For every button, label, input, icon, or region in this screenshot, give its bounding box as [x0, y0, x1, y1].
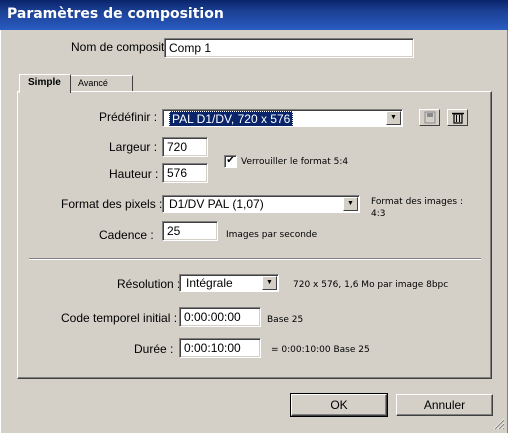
chevron-down-icon[interactable]: ▼	[343, 197, 358, 211]
start-timecode-input[interactable]: 0:00:00:00	[179, 307, 261, 327]
preset-value: PAL D1/DV, 720 x 576	[169, 111, 294, 126]
frame-aspect-value: 4:3	[371, 209, 386, 219]
preset-label: Prédéfinir :	[99, 110, 158, 124]
dialog-body: Nom de composition : Comp 1 Simple Avanc…	[0, 30, 508, 433]
resize-grip-icon[interactable]	[493, 418, 505, 430]
lock-ratio-checkbox[interactable]: ✔	[224, 155, 237, 168]
window-title: Paramètres de composition	[0, 0, 508, 30]
height-label: Hauteur :	[109, 167, 159, 181]
comp-name-input[interactable]: Comp 1	[164, 38, 414, 58]
chevron-down-icon[interactable]: ▼	[386, 111, 401, 125]
width-input[interactable]: 720	[162, 137, 208, 157]
pixel-format-dropdown[interactable]: D1/DV PAL (1,07) ▼	[162, 195, 360, 213]
resolution-dropdown[interactable]: Intégrale ▼	[179, 274, 279, 292]
tab-advanced[interactable]: Avancé	[69, 75, 133, 92]
duration-label: Durée :	[134, 342, 174, 356]
frame-rate-input[interactable]: 25	[162, 221, 218, 241]
height-input[interactable]: 576	[162, 163, 208, 183]
start-timecode-label: Code temporel initial :	[61, 311, 178, 325]
frame-aspect-label: Format des images :	[371, 197, 463, 207]
pixel-format-value: D1/DV PAL (1,07)	[169, 197, 264, 211]
chevron-down-icon[interactable]: ▼	[262, 276, 277, 290]
start-timecode-base: Base 25	[267, 315, 304, 325]
lock-ratio-label: Verrouiller le format 5:4	[241, 157, 349, 167]
frame-rate-unit: Images par seconde	[226, 230, 318, 240]
resolution-info: 720 x 576, 1,6 Mo par image 8bpc	[293, 280, 449, 290]
resolution-label: Résolution :	[117, 277, 181, 291]
separator	[29, 258, 481, 260]
save-icon	[424, 111, 436, 124]
ok-button[interactable]: OK	[290, 393, 388, 417]
frame-rate-label: Cadence :	[99, 228, 154, 242]
tab-simple[interactable]: Simple	[19, 74, 71, 93]
width-label: Largeur :	[109, 140, 158, 154]
resolution-value: Intégrale	[186, 276, 233, 290]
pixel-format-label: Format des pixels :	[61, 197, 163, 211]
trash-icon	[452, 112, 464, 124]
save-preset-button[interactable]	[419, 109, 440, 126]
preset-dropdown[interactable]: PAL D1/DV, 720 x 576 ▼	[162, 109, 403, 127]
duration-input[interactable]: 0:00:10:00	[179, 338, 261, 358]
delete-preset-button[interactable]	[447, 109, 468, 126]
duration-equals: = 0:00:10:00 Base 25	[271, 345, 370, 355]
cancel-button[interactable]: Annuler	[396, 394, 493, 416]
